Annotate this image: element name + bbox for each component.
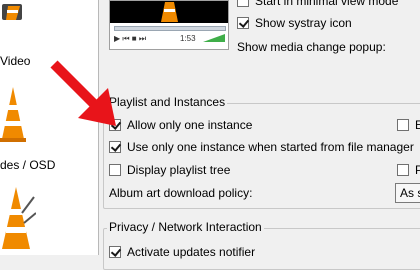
media-change-popup-label: Show media change popup: [237, 40, 386, 54]
playlist-tree-option[interactable]: Display playlist tree [109, 163, 230, 177]
sidebar-item-subtitles-osd[interactable]: des / OSD [0, 158, 55, 172]
side-option-p[interactable]: P [397, 163, 420, 177]
one-instance-file-manager-label: Use only one instance when started from … [127, 140, 414, 154]
side-option-e[interactable]: E [397, 118, 420, 132]
privacy-title: Privacy / Network Interaction [107, 220, 264, 234]
one-instance-option[interactable]: Allow only one instance [109, 118, 252, 132]
side-option-p-label: P [415, 163, 420, 177]
systray-checkbox[interactable] [237, 17, 249, 29]
playlist-tree-label: Display playlist tree [127, 163, 231, 177]
one-instance-label: Allow only one instance [127, 118, 253, 132]
album-art-policy-dropdown[interactable]: As s [395, 183, 420, 203]
seek-bar[interactable] [114, 26, 226, 31]
side-option-e-checkbox[interactable] [397, 119, 409, 131]
player-preview: ▶ ⏮ ■ ⏭ 1:53 [109, 0, 229, 50]
playlist-instances-title: Playlist and Instances [107, 95, 228, 109]
systray-label: Show systray icon [255, 16, 352, 30]
video-area [110, 1, 228, 23]
album-art-policy-label: Album art download policy: [109, 186, 253, 200]
red-arrow-annotation [50, 60, 116, 126]
playback-controls[interactable]: ▶ ⏮ ■ ⏭ [114, 34, 146, 44]
minimal-view-label: Start in minimal view mode [255, 0, 399, 8]
systray-option[interactable]: Show systray icon [237, 16, 352, 30]
vlc-cone-icon [2, 4, 22, 20]
one-instance-file-manager-checkbox[interactable] [109, 141, 121, 153]
updates-notifier-label: Activate updates notifier [127, 245, 256, 259]
updates-notifier-checkbox[interactable] [109, 246, 121, 258]
minimal-view-option[interactable]: Start in minimal view mode [237, 0, 398, 8]
volume-slider[interactable] [203, 34, 225, 42]
side-option-p-checkbox[interactable] [397, 164, 409, 176]
time-display: 1:53 [180, 34, 196, 43]
vlc-cone-icon [2, 187, 36, 249]
side-option-e-label: E [415, 118, 420, 132]
vlc-cone-icon [161, 2, 178, 22]
minimal-view-checkbox[interactable] [237, 0, 249, 7]
album-art-policy-value: As s [400, 186, 420, 200]
playlist-tree-checkbox[interactable] [109, 164, 121, 176]
sidebar-item-video[interactable]: Video [0, 54, 30, 68]
preferences-main-panel: ▶ ⏮ ■ ⏭ 1:53 Start in minimal view mode … [99, 0, 420, 270]
vlc-cone-icon [0, 87, 26, 142]
updates-notifier-option[interactable]: Activate updates notifier [109, 245, 255, 259]
one-instance-file-manager-option[interactable]: Use only one instance when started from … [109, 140, 414, 154]
